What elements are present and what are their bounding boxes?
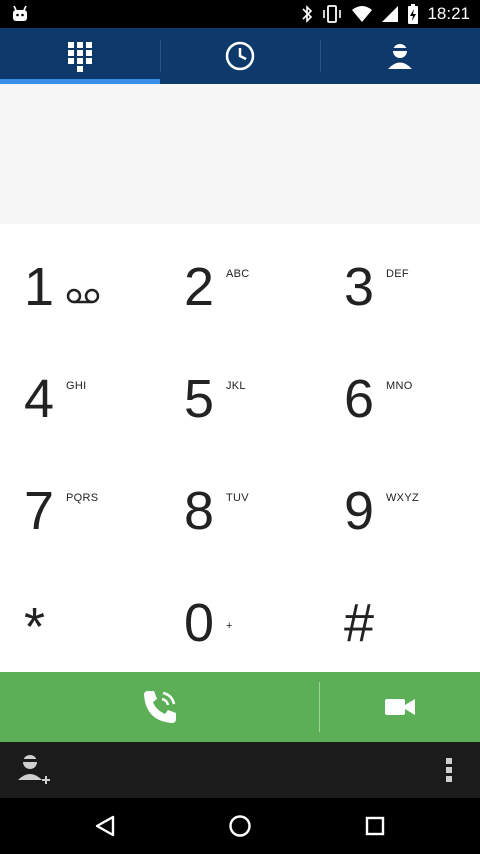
tab-recents[interactable] <box>160 28 320 84</box>
key-8[interactable]: 8 TUV <box>160 448 320 560</box>
key-letters: PQRS <box>66 492 99 504</box>
key-letters: TUV <box>226 492 249 504</box>
key-4[interactable]: 4 GHI <box>0 336 160 448</box>
phone-call-icon <box>144 691 176 723</box>
system-nav-bar <box>0 798 480 854</box>
overflow-menu-button[interactable] <box>444 756 454 784</box>
signal-icon <box>382 6 399 22</box>
wifi-icon <box>352 6 373 22</box>
key-digit: # <box>344 593 375 653</box>
nav-home-button[interactable] <box>210 808 270 844</box>
voicemail-icon <box>66 288 100 304</box>
key-letters: GHI <box>66 380 87 392</box>
video-call-button[interactable] <box>320 672 480 742</box>
key-0[interactable]: 0 + <box>160 560 320 672</box>
contact-icon <box>388 44 412 69</box>
key-digit: 4 <box>24 369 55 429</box>
tab-contacts[interactable] <box>320 28 480 84</box>
key-digit: 8 <box>184 481 215 541</box>
clock-icon <box>225 41 255 71</box>
key-digit: 6 <box>344 369 375 429</box>
android-debug-icon <box>13 5 27 21</box>
key-digit: 0 <box>184 593 215 653</box>
more-vert-icon <box>446 758 452 782</box>
key-digit: 5 <box>184 369 215 429</box>
key-letters: WXYZ <box>386 492 419 504</box>
key-6[interactable]: 6 MNO <box>320 336 480 448</box>
video-camera-icon <box>385 699 415 715</box>
number-display[interactable] <box>0 84 480 224</box>
key-digit: 3 <box>344 257 375 317</box>
nav-back-button[interactable] <box>75 808 135 844</box>
nav-recents-button[interactable] <box>345 808 405 844</box>
key-letters: + <box>226 620 233 632</box>
key-9[interactable]: 9 WXYZ <box>320 448 480 560</box>
bluetooth-icon <box>302 5 313 23</box>
home-circle-icon <box>229 815 251 837</box>
call-bar <box>0 672 480 742</box>
dialpad: 1 2 ABC 3 DEF 4 GHI 5 JKL 6 MNO 7 PQRS 8… <box>0 224 480 672</box>
key-star[interactable]: * <box>0 560 160 672</box>
key-digit: 7 <box>24 481 55 541</box>
tab-bar <box>0 28 480 84</box>
key-5[interactable]: 5 JKL <box>160 336 320 448</box>
key-digit: 9 <box>344 481 375 541</box>
tab-dialpad[interactable] <box>0 28 160 84</box>
add-contact-button[interactable] <box>14 752 54 788</box>
key-digit: 1 <box>24 257 55 317</box>
key-letters: MNO <box>386 380 413 392</box>
key-2[interactable]: 2 ABC <box>160 224 320 336</box>
key-digit: 2 <box>184 257 215 317</box>
key-7[interactable]: 7 PQRS <box>0 448 160 560</box>
key-hash[interactable]: # <box>320 560 480 672</box>
battery-icon <box>408 4 419 24</box>
key-letters: ABC <box>226 268 250 280</box>
key-letters: JKL <box>226 380 246 392</box>
vibrate-icon <box>323 5 342 23</box>
key-digit: * <box>24 597 46 657</box>
bottom-action-bar <box>0 742 480 798</box>
status-bar: 18:21 <box>0 0 480 28</box>
voice-call-button[interactable] <box>0 672 320 742</box>
dialpad-icon <box>68 42 92 72</box>
add-contact-icon <box>18 755 50 784</box>
back-triangle-icon <box>95 815 115 837</box>
key-letters: DEF <box>386 268 409 280</box>
recents-square-icon <box>365 816 385 836</box>
key-1[interactable]: 1 <box>0 224 160 336</box>
status-time: 18:21 <box>427 4 470 23</box>
key-3[interactable]: 3 DEF <box>320 224 480 336</box>
